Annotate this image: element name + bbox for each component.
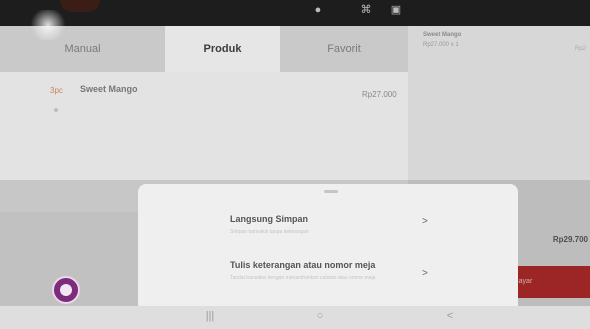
cart-item-subtotal: Rp2 <box>574 46 586 52</box>
scan-icon[interactable]: ▣ <box>390 4 402 16</box>
cart-item-name: Sweet Mango <box>423 32 462 38</box>
back-icon[interactable]: < <box>440 310 460 322</box>
screen-glare <box>28 10 68 40</box>
option-save-directly-desc: Simpan transaksi tanpa keterangan <box>230 229 309 235</box>
tab-favorit[interactable]: Favorit <box>280 26 408 72</box>
pos-screen: ● ⌘ ▣ Manual Produk Favorit 3pc Sweet Ma… <box>0 0 590 329</box>
product-name[interactable]: Sweet Mango <box>80 84 138 94</box>
option-save-directly-title[interactable]: Langsung Simpan <box>230 214 308 224</box>
tab-manual[interactable]: Manual <box>0 26 165 72</box>
bell-icon[interactable]: ● <box>312 4 324 16</box>
home-icon[interactable]: ○ <box>310 310 330 322</box>
product-qty: 3pc <box>50 86 63 95</box>
cart-item-detail: Rp27.000 x 1 <box>423 42 459 48</box>
product-price: Rp27.000 <box>362 90 397 99</box>
top-bar: ● ⌘ ▣ <box>0 0 590 26</box>
assistant-icon <box>60 284 72 296</box>
chevron-right-icon[interactable]: > <box>422 216 428 227</box>
tab-produk[interactable]: Produk <box>165 26 280 72</box>
assistant-button[interactable] <box>52 276 80 304</box>
recent-apps-icon[interactable]: ||| <box>200 310 220 322</box>
product-indicator <box>54 108 58 112</box>
sheet-handle[interactable] <box>324 190 338 193</box>
option-add-note-desc: Tandai transaksi dengan menambahkan cata… <box>230 275 376 281</box>
chevron-right-icon[interactable]: > <box>422 268 428 279</box>
android-nav-bar: ||| ○ < <box>0 306 590 329</box>
cart-icon[interactable]: ⌘ <box>360 4 372 16</box>
save-options-sheet: Langsung Simpan Simpan transaksi tanpa k… <box>138 184 518 306</box>
option-add-note-title[interactable]: Tulis keterangan atau nomor meja <box>230 260 375 270</box>
